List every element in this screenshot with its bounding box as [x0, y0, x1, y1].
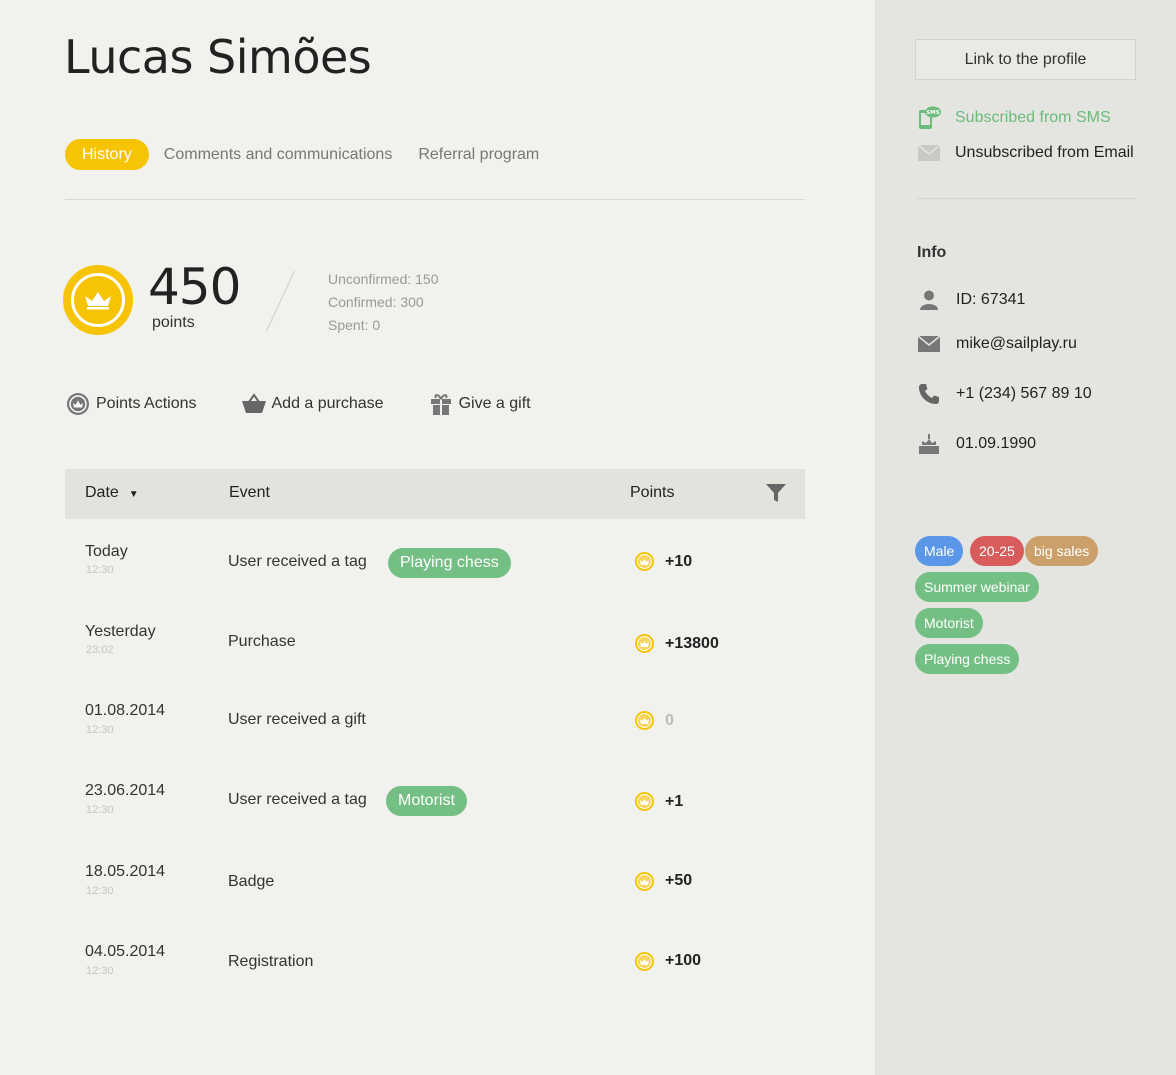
tag-chip[interactable]: Playing chess [915, 644, 1020, 674]
give-gift-button[interactable]: Give a gift [428, 392, 531, 416]
add-purchase-label: Add a purchase [271, 395, 384, 412]
points-column-header: Points [630, 484, 675, 501]
info-email: mike@sailplay.ru [917, 332, 1077, 356]
row-tag[interactable]: Playing chess [388, 548, 511, 578]
points-caption: points [152, 314, 195, 331]
row-points: +100 [665, 952, 702, 969]
page-title: Lucas Simões [64, 30, 372, 84]
birthday-value: 01.09.1990 [956, 435, 1037, 452]
sms-status-label: Subscribed from SMS [955, 109, 1111, 126]
tab-referral[interactable]: Referral program [407, 139, 550, 170]
row-event: Purchase [228, 633, 296, 650]
points-value: 450 [148, 258, 241, 316]
user-icon [917, 288, 941, 312]
row-event: User received a tag [228, 791, 367, 808]
tab-history[interactable]: History [65, 139, 149, 170]
link-profile-button[interactable]: Link to the profile [915, 39, 1136, 80]
svg-text:SMS: SMS [926, 110, 939, 116]
sms-phone-icon: SMS [917, 106, 941, 130]
row-points: 0 [665, 712, 674, 729]
row-time: 12:30 [86, 804, 114, 816]
sort-down-icon: ▼ [128, 489, 139, 500]
email-status-label: Unsubscribed from Email [955, 144, 1134, 161]
table-row: Yesterday 23:02 Purchase +13800 [65, 599, 805, 679]
row-points: +13800 [665, 635, 719, 652]
row-time: 12:30 [86, 965, 114, 977]
info-id: ID: 67341 [917, 288, 1025, 312]
row-points: +50 [665, 872, 693, 889]
points-actions-label: Points Actions [96, 395, 197, 412]
row-tag[interactable]: Motorist [386, 786, 467, 816]
basket-icon [241, 392, 267, 416]
envelope-icon [917, 141, 941, 165]
sms-subscription[interactable]: SMS Subscribed from SMS [917, 106, 1111, 130]
points-confirmed: Confirmed: 300 [328, 294, 424, 310]
sidebar-divider [917, 198, 1136, 199]
info-title: Info [917, 244, 947, 261]
mail-icon [917, 332, 941, 356]
points-actions-button[interactable]: Points Actions [65, 392, 197, 416]
row-date: 01.08.2014 [85, 702, 166, 719]
main-panel: Lucas Simões History Comments and commun… [0, 0, 875, 1075]
row-points: +10 [665, 553, 693, 570]
table-row: 01.08.2014 12:30 User received a gift 0 [65, 679, 805, 759]
email-value: mike@sailplay.ru [956, 335, 1077, 352]
divider [65, 199, 805, 200]
points-icon [65, 392, 91, 416]
points-crown-icon [63, 265, 133, 335]
tag-chip[interactable]: Motorist [915, 608, 983, 638]
coin-icon [635, 711, 654, 730]
points-breakdown: Unconfirmed: 150 Confirmed: 300 Spent: 0 [328, 268, 439, 337]
row-time: 23:02 [86, 644, 114, 656]
coin-icon [635, 552, 654, 571]
tag-chip[interactable]: Male [915, 536, 964, 566]
filter-icon[interactable] [765, 482, 787, 509]
gift-icon [428, 392, 454, 416]
add-purchase-button[interactable]: Add a purchase [241, 392, 384, 416]
row-event: User received a tag [228, 553, 367, 570]
info-birthday: 01.09.1990 [917, 432, 1036, 456]
phone-icon [917, 382, 941, 406]
row-time: 12:30 [86, 564, 114, 576]
row-time: 12:30 [86, 724, 114, 736]
table-row: 23.06.2014 12:30 User received a tag Mot… [65, 759, 805, 839]
row-time: 12:30 [86, 885, 114, 897]
row-event: Badge [228, 873, 275, 890]
coin-icon [635, 872, 654, 891]
coin-icon [635, 792, 654, 811]
points-unconfirmed: Unconfirmed: 150 [328, 271, 439, 287]
email-subscription[interactable]: Unsubscribed from Email [917, 141, 1134, 165]
info-phone: +1 (234) 567 89 10 [917, 382, 1092, 406]
tab-comments[interactable]: Comments and communications [153, 139, 404, 170]
tab-bar: History Comments and communications Refe… [65, 139, 554, 170]
event-column-header: Event [229, 484, 270, 501]
row-date: 04.05.2014 [85, 943, 166, 960]
row-event: Registration [228, 953, 314, 970]
row-event: User received a gift [228, 711, 366, 728]
give-gift-label: Give a gift [458, 395, 531, 412]
row-points: +1 [665, 793, 684, 810]
date-column-header[interactable]: Date ▼ [85, 484, 139, 502]
id-value: ID: 67341 [956, 291, 1026, 308]
tag-chip[interactable]: Summer webinar [915, 572, 1039, 602]
cake-icon [917, 432, 941, 456]
coin-icon [635, 634, 654, 653]
tag-chip[interactable]: big sales [1025, 536, 1099, 566]
table-row: Today 12:30 User received a tag Playing … [65, 519, 805, 599]
table-row: 18.05.2014 12:30 Badge +50 [65, 839, 805, 919]
history-table: Date ▼ Event Points Today 12:30 User rece… [65, 469, 805, 999]
table-row: 04.05.2014 12:30 Registration +100 [65, 919, 805, 999]
row-date: 18.05.2014 [85, 863, 166, 880]
row-date: 23.06.2014 [85, 782, 166, 799]
row-date: Today [85, 543, 128, 560]
phone-value: +1 (234) 567 89 10 [956, 385, 1092, 402]
action-bar: Points Actions Add a purchase Give a gif… [65, 392, 575, 416]
row-date: Yesterday [85, 623, 156, 640]
table-header: Date ▼ Event Points [65, 469, 805, 519]
separator [266, 270, 295, 332]
points-spent: Spent: 0 [328, 317, 381, 333]
coin-icon [635, 952, 654, 971]
tag-chip[interactable]: 20-25 [970, 536, 1024, 566]
